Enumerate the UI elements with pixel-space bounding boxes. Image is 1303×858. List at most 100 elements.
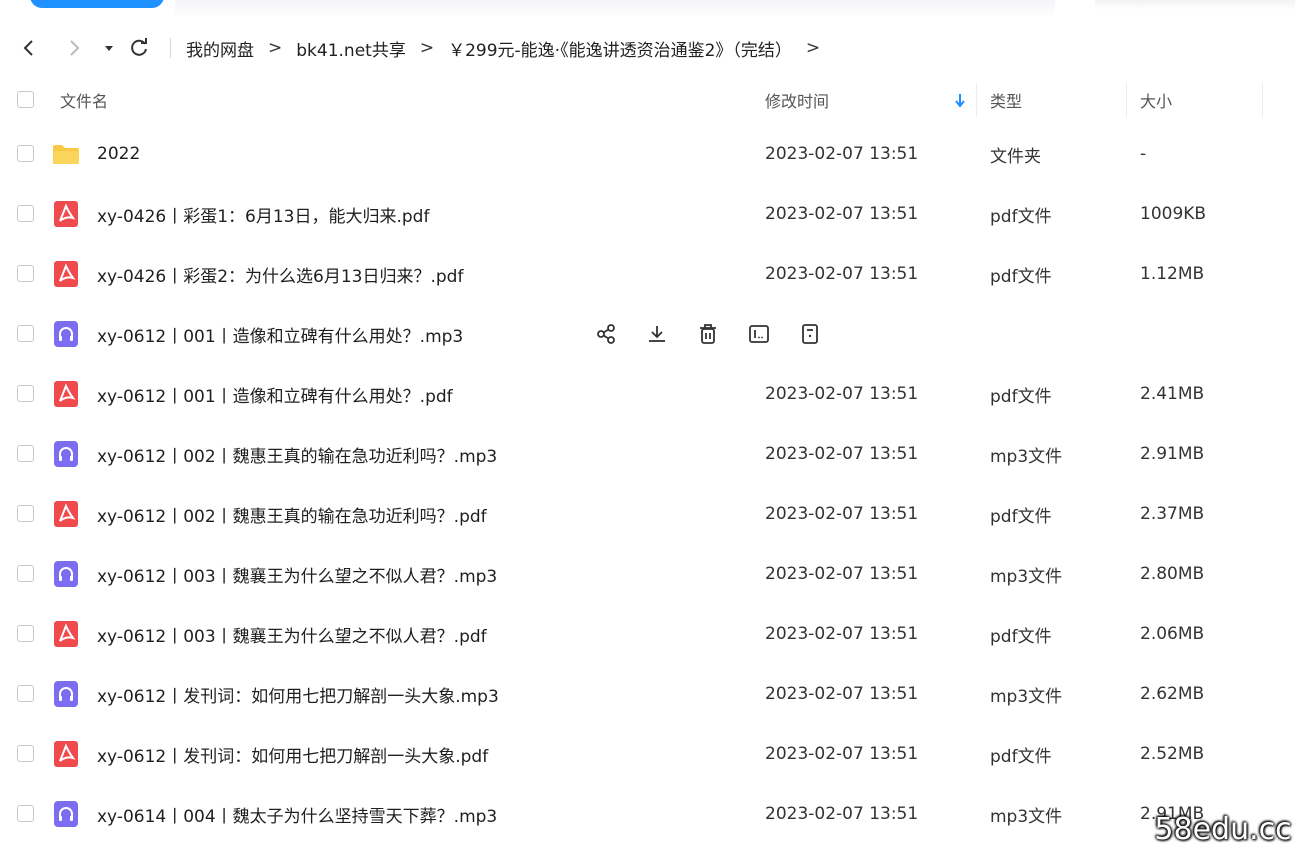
file-row[interactable]: xy-0612丨003丨魏襄王为什么望之不似人君？.mp3 2023-02-07…	[0, 544, 1303, 604]
column-header-type[interactable]: 类型	[990, 75, 1022, 125]
column-divider[interactable]	[1262, 83, 1263, 117]
sort-desc-icon[interactable]	[953, 75, 967, 125]
breadcrumb-item-current[interactable]: ￥299元-能逸·《能逸讲透资治通鉴2》（完结）	[448, 36, 792, 61]
file-row[interactable]: xy-0612丨001丨造像和立碑有什么用处？.mp3	[0, 304, 1303, 364]
back-button[interactable]	[17, 36, 41, 60]
file-modified-time: 2023-02-07 13:51	[765, 684, 919, 704]
top-right-area	[1095, 0, 1295, 10]
file-name[interactable]: xy-0612丨发刊词：如何用七把刀解剖一头大象.pdf	[97, 724, 488, 784]
file-size: -	[1140, 144, 1147, 164]
file-modified-time: 2023-02-07 13:51	[765, 624, 919, 644]
pdf-icon	[52, 260, 80, 288]
history-dropdown-button[interactable]	[97, 36, 121, 60]
file-modified-time: 2023-02-07 13:51	[765, 504, 919, 524]
column-header-modified[interactable]: 修改时间	[765, 75, 829, 125]
file-row[interactable]: xy-0614丨004丨魏太子为什么坚持雪天下葬？.mp3 2023-02-07…	[0, 784, 1303, 844]
download-icon[interactable]	[643, 320, 671, 348]
row-checkbox[interactable]	[17, 685, 34, 702]
nav-bar: 我的网盘 > bk41.net共享 > ￥299元-能逸·《能逸讲透资治通鉴2》…	[0, 28, 1303, 68]
folder-icon	[52, 140, 80, 168]
breadcrumb-expand[interactable]: >	[806, 38, 820, 58]
row-checkbox[interactable]	[17, 505, 34, 522]
file-row[interactable]: xy-0426丨彩蛋1：6月13日，能大归来.pdf 2023-02-07 13…	[0, 184, 1303, 244]
file-type: mp3文件	[990, 446, 1063, 467]
file-name[interactable]: xy-0612丨002丨魏惠王真的输在急功近利吗？.pdf	[97, 484, 487, 544]
share-icon[interactable]	[592, 320, 620, 348]
chevron-left-icon	[23, 40, 33, 56]
row-checkbox[interactable]	[17, 325, 34, 342]
file-type: mp3文件	[990, 686, 1063, 707]
audio-icon	[52, 680, 80, 708]
watermark: 58edu.cc	[1154, 811, 1292, 847]
file-size: 2.91MB	[1140, 444, 1205, 464]
column-header-size[interactable]: 大小	[1140, 75, 1172, 125]
file-row[interactable]: xy-0612丨002丨魏惠王真的输在急功近利吗？.pdf 2023-02-07…	[0, 484, 1303, 544]
file-name[interactable]: 2022	[97, 124, 140, 184]
file-type: pdf文件	[990, 386, 1052, 407]
audio-icon	[52, 320, 80, 348]
file-name[interactable]: xy-0612丨002丨魏惠王真的输在急功近利吗？.mp3	[97, 424, 497, 484]
file-row[interactable]: xy-0612丨003丨魏襄王为什么望之不似人君？.pdf 2023-02-07…	[0, 604, 1303, 664]
file-row[interactable]: xy-0426丨彩蛋2：为什么选6月13日归来？.pdf 2023-02-07 …	[0, 244, 1303, 304]
breadcrumb-separator: >	[419, 38, 435, 58]
select-all-checkbox[interactable]	[17, 91, 34, 108]
file-modified-time: 2023-02-07 13:51	[765, 564, 919, 584]
column-divider[interactable]	[976, 83, 977, 117]
file-name[interactable]: xy-0612丨003丨魏襄王为什么望之不似人君？.mp3	[97, 544, 497, 604]
file-size: 1009KB	[1140, 204, 1207, 224]
pdf-icon	[52, 500, 80, 528]
breadcrumb: 我的网盘 > bk41.net共享 > ￥299元-能逸·《能逸讲透资治通鉴2》…	[186, 28, 834, 68]
file-name[interactable]: xy-0426丨彩蛋2：为什么选6月13日归来？.pdf	[97, 244, 463, 304]
file-modified-time: 2023-02-07 13:51	[765, 384, 919, 404]
row-checkbox[interactable]	[17, 805, 34, 822]
file-size: 1.12MB	[1140, 264, 1205, 284]
file-list-header: 文件名 修改时间 类型 大小	[0, 75, 1303, 125]
file-row[interactable]: xy-0612丨001丨造像和立碑有什么用处？.pdf 2023-02-07 1…	[0, 364, 1303, 424]
column-divider[interactable]	[1126, 83, 1127, 117]
row-checkbox[interactable]	[17, 445, 34, 462]
row-checkbox[interactable]	[17, 385, 34, 402]
refresh-button[interactable]	[127, 36, 151, 60]
file-modified-time: 2023-02-07 13:51	[765, 444, 919, 464]
caret-down-icon	[105, 46, 113, 51]
file-modified-time: 2023-02-07 13:51	[765, 804, 919, 824]
breadcrumb-item-shared[interactable]: bk41.net共享	[296, 36, 406, 61]
file-name[interactable]: xy-0612丨003丨魏襄王为什么望之不似人君？.pdf	[97, 604, 487, 664]
column-header-name[interactable]: 文件名	[60, 75, 108, 125]
file-modified-time: 2023-02-07 13:51	[765, 264, 919, 284]
file-name[interactable]: xy-0614丨004丨魏太子为什么坚持雪天下葬？.mp3	[97, 784, 497, 844]
file-modified-time: 2023-02-07 13:51	[765, 144, 919, 164]
breadcrumb-separator: >	[268, 38, 283, 58]
file-row[interactable]: xy-0612丨002丨魏惠王真的输在急功近利吗？.mp3 2023-02-07…	[0, 424, 1303, 484]
rename-icon[interactable]	[745, 320, 773, 348]
file-size: 2.06MB	[1140, 624, 1205, 644]
row-checkbox[interactable]	[17, 145, 34, 162]
primary-action-pill[interactable]	[30, 0, 164, 8]
row-checkbox[interactable]	[17, 625, 34, 642]
row-checkbox[interactable]	[17, 205, 34, 222]
file-name[interactable]: xy-0612丨001丨造像和立碑有什么用处？.mp3	[97, 304, 463, 364]
row-actions	[592, 320, 847, 348]
breadcrumb-item-root[interactable]: 我的网盘	[186, 36, 254, 61]
audio-icon	[52, 800, 80, 828]
file-size: 2.52MB	[1140, 744, 1205, 764]
file-row[interactable]: xy-0612丨发刊词：如何用七把刀解剖一头大象.mp3 2023-02-07 …	[0, 664, 1303, 724]
pdf-icon	[52, 620, 80, 648]
file-type: pdf文件	[990, 626, 1052, 647]
delete-icon[interactable]	[694, 320, 722, 348]
file-type: mp3文件	[990, 566, 1063, 587]
file-name[interactable]: xy-0426丨彩蛋1：6月13日，能大归来.pdf	[97, 184, 429, 244]
row-checkbox[interactable]	[17, 745, 34, 762]
file-name[interactable]: xy-0612丨发刊词：如何用七把刀解剖一头大象.mp3	[97, 664, 499, 724]
file-type: 文件夹	[990, 146, 1041, 167]
pdf-icon	[52, 740, 80, 768]
file-row[interactable]: 2022 2023-02-07 13:51 文件夹 -	[0, 124, 1303, 184]
file-row[interactable]: xy-0612丨发刊词：如何用七把刀解剖一头大象.pdf 2023-02-07 …	[0, 724, 1303, 784]
file-name[interactable]: xy-0612丨001丨造像和立碑有什么用处？.pdf	[97, 364, 453, 424]
row-checkbox[interactable]	[17, 565, 34, 582]
forward-button[interactable]	[62, 36, 86, 60]
file-size: 2.41MB	[1140, 384, 1205, 404]
row-checkbox[interactable]	[17, 265, 34, 282]
more-icon[interactable]	[796, 320, 824, 348]
file-modified-time: 2023-02-07 13:51	[765, 744, 919, 764]
